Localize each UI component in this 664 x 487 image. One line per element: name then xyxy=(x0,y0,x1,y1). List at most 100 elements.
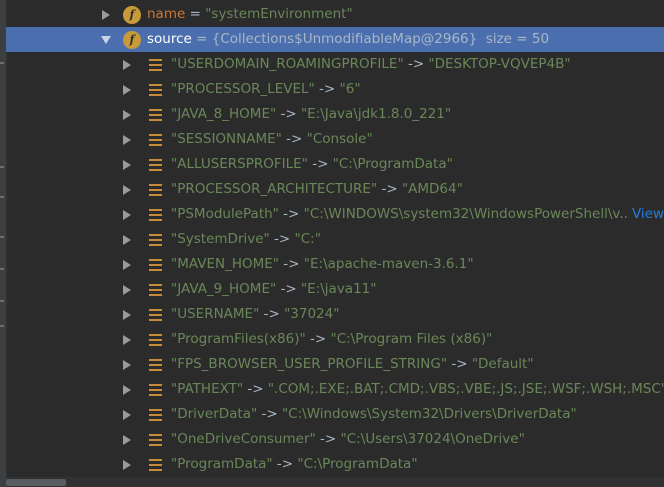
map-entry-icon xyxy=(149,109,162,121)
gutter-mark xyxy=(0,196,4,198)
map-entry-label: "PATHEXT" -> ".COM;.EXE;.BAT;.CMD;.VBS;.… xyxy=(171,381,664,397)
map-entry-row[interactable]: "JAVA_9_HOME" -> "E:\java11" xyxy=(6,277,664,302)
map-entry-row[interactable]: "PROCESSOR_LEVEL" -> "6" xyxy=(6,77,664,102)
entry-arrow: -> xyxy=(377,181,402,197)
field-name: source xyxy=(147,31,192,47)
entry-value: "DESKTOP-VQVEP4B" xyxy=(428,56,571,72)
chevron-right-icon[interactable] xyxy=(123,160,131,170)
map-entry-row[interactable]: "JAVA_8_HOME" -> "E:\Java\jdk1.8.0_221" xyxy=(6,102,664,127)
entry-arrow: -> xyxy=(276,281,301,297)
chevron-right-icon[interactable] xyxy=(123,310,131,320)
entry-value: "C:\Program Files (x86)" xyxy=(330,331,493,347)
chevron-right-icon[interactable] xyxy=(123,85,131,95)
map-entry-row[interactable]: "DriverData" -> "C:\Windows\System32\Dri… xyxy=(6,402,664,427)
chevron-right-icon[interactable] xyxy=(123,335,131,345)
map-entry-row[interactable]: "PATHEXT" -> ".COM;.EXE;.BAT;.CMD;.VBS;.… xyxy=(6,377,664,402)
map-entry-row[interactable]: "FPS_BROWSER_USER_PROFILE_STRING" -> "De… xyxy=(6,352,664,377)
field-f-icon: f xyxy=(123,31,141,49)
entry-key: "JAVA_8_HOME" xyxy=(171,106,277,122)
map-entry-icon xyxy=(149,134,162,146)
map-entry-row[interactable]: "SESSIONNAME" -> "Console" xyxy=(6,127,664,152)
map-entry-icon xyxy=(149,309,162,321)
entry-key: "PATHEXT" xyxy=(171,381,244,397)
map-entry-icon xyxy=(149,84,162,96)
chevron-right-icon[interactable] xyxy=(123,185,131,195)
entry-key: "ProgramData" xyxy=(171,456,273,472)
map-entry-row[interactable]: "ProgramData" -> "C:\ProgramData" xyxy=(6,452,664,477)
chevron-right-icon[interactable] xyxy=(123,260,131,270)
map-entry-icon xyxy=(149,459,162,471)
view-link[interactable]: View xyxy=(632,206,664,222)
map-entry-icon xyxy=(149,334,162,346)
entry-arrow: -> xyxy=(243,381,268,397)
field-value: "systemEnvironment" xyxy=(205,6,353,22)
scrollbar-thumb[interactable] xyxy=(6,479,66,486)
entry-key: "PSModulePath" xyxy=(171,206,279,222)
entry-value: "C:\Windows\System32\Drivers\DriverData" xyxy=(281,406,577,422)
horizontal-scrollbar[interactable] xyxy=(6,477,664,487)
chevron-right-icon[interactable] xyxy=(123,235,131,245)
map-entry-row[interactable]: "OneDriveConsumer" -> "C:\Users\37024\On… xyxy=(6,427,664,452)
map-entry-icon xyxy=(149,259,162,271)
gutter-mark xyxy=(0,300,4,302)
entry-arrow: -> xyxy=(279,256,304,272)
entry-value: "E:\Java\jdk1.8.0_221" xyxy=(300,106,452,122)
map-entry-label: "MAVEN_HOME" -> "E:\apache-maven-3.6.1" xyxy=(171,256,474,272)
entry-arrow: -> xyxy=(403,56,429,72)
gutter-mark xyxy=(0,62,4,64)
tree-row-name[interactable]: f name = "systemEnvironment" xyxy=(6,2,664,27)
entry-key: "SystemDrive" xyxy=(171,231,270,247)
field-f-icon: f xyxy=(123,6,141,24)
map-entry-row[interactable]: "MAVEN_HOME" -> "E:\apache-maven-3.6.1" xyxy=(6,252,664,277)
entry-arrow: -> xyxy=(259,306,285,322)
map-entry-label: "ProgramFiles(x86)" -> "C:\Program Files… xyxy=(171,331,492,347)
map-entry-row[interactable]: "ProgramFiles(x86)" -> "C:\Program Files… xyxy=(6,327,664,352)
chevron-right-icon[interactable] xyxy=(123,360,131,370)
gutter-mark xyxy=(0,325,4,327)
chevron-right-icon[interactable] xyxy=(123,60,131,70)
map-entry-label: "DriverData" -> "C:\Windows\System32\Dri… xyxy=(171,406,577,422)
map-entry-label: "PROCESSOR_LEVEL" -> "6" xyxy=(171,81,361,97)
chevron-right-icon[interactable] xyxy=(123,210,131,220)
field-summary: = {Collections$UnmodifiableMap@2966} siz… xyxy=(191,31,550,47)
chevron-right-icon[interactable] xyxy=(123,135,131,145)
entry-key: "ProgramFiles(x86)" xyxy=(171,331,306,347)
chevron-right-icon[interactable] xyxy=(123,385,131,395)
entry-arrow: -> xyxy=(272,456,298,472)
chevron-right-icon[interactable] xyxy=(123,435,131,445)
equals-sign: = xyxy=(185,6,206,22)
map-entry-icon xyxy=(149,434,162,446)
entry-key: "PROCESSOR_LEVEL" xyxy=(171,81,315,97)
chevron-right-icon[interactable] xyxy=(123,410,131,420)
entry-value: "C:\Users\37024\OneDrive" xyxy=(340,431,525,447)
map-entry-row[interactable]: "PROCESSOR_ARCHITECTURE" -> "AMD64" xyxy=(6,177,664,202)
entry-key: "USERDOMAIN_ROAMINGPROFILE" xyxy=(171,56,404,72)
entry-key: "SESSIONNAME" xyxy=(171,131,282,147)
map-entry-icon xyxy=(149,359,162,371)
entry-arrow: -> xyxy=(278,206,304,222)
map-entry-row[interactable]: "USERNAME" -> "37024" xyxy=(6,302,664,327)
map-entry-icon xyxy=(149,59,162,71)
entry-key: "PROCESSOR_ARCHITECTURE" xyxy=(171,181,378,197)
entry-value: "AMD64" xyxy=(401,181,463,197)
map-entry-row[interactable]: "SystemDrive" -> "C:" xyxy=(6,227,664,252)
chevron-right-icon[interactable] xyxy=(123,110,131,120)
map-entry-label: "ProgramData" -> "C:\ProgramData" xyxy=(171,456,418,472)
map-entry-row[interactable]: "USERDOMAIN_ROAMINGPROFILE" -> "DESKTOP-… xyxy=(6,52,664,77)
map-entry-label: "OneDriveConsumer" -> "C:\Users\37024\On… xyxy=(171,431,525,447)
entry-value: ".COM;.EXE;.BAT;.CMD;.VBS;.VBE;.JS;.JSE;… xyxy=(267,381,664,397)
entry-arrow: -> xyxy=(315,431,341,447)
truncation-ellipsis: ... xyxy=(619,206,628,222)
map-entry-label: "USERNAME" -> "37024" xyxy=(171,306,339,322)
chevron-right-icon[interactable] xyxy=(102,10,110,20)
tree-row-source[interactable]: f source = {Collections$UnmodifiableMap@… xyxy=(6,27,664,52)
entry-value: "Default" xyxy=(471,356,534,372)
gutter-mark xyxy=(0,268,4,270)
map-entry-row[interactable]: "PSModulePath" -> "C:\WINDOWS\system32\W… xyxy=(6,202,664,227)
map-entry-icon xyxy=(149,409,162,421)
tree-row-label: source = {Collections$UnmodifiableMap@29… xyxy=(147,31,549,47)
chevron-right-icon[interactable] xyxy=(123,460,131,470)
chevron-right-icon[interactable] xyxy=(123,285,131,295)
map-entry-row[interactable]: "ALLUSERSPROFILE" -> "C:\ProgramData" xyxy=(6,152,664,177)
chevron-down-icon[interactable] xyxy=(101,36,111,44)
